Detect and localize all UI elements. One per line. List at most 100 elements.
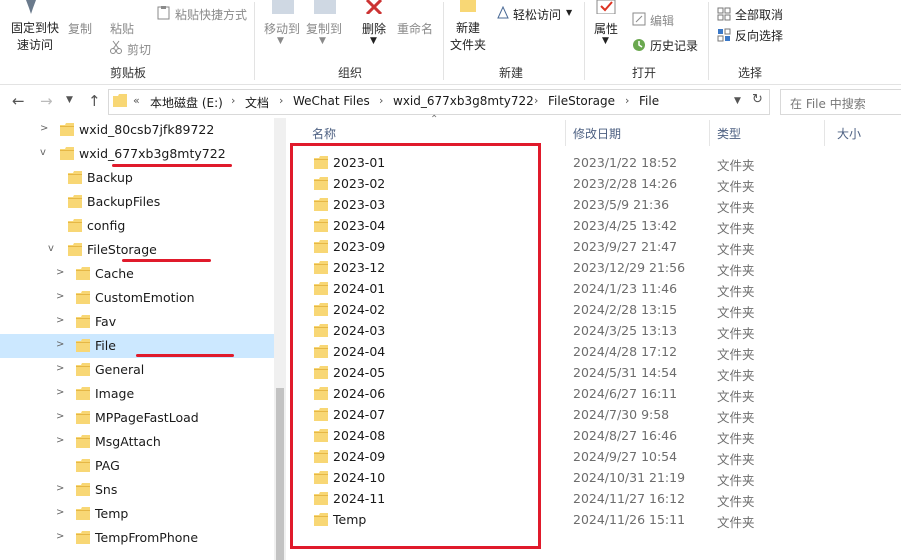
copy-button[interactable]: 复制 bbox=[68, 20, 92, 37]
tree-item-label: Fav bbox=[95, 314, 117, 329]
folder-icon bbox=[76, 435, 90, 448]
breadcrumb-file[interactable]: File bbox=[639, 94, 659, 108]
properties-dropdown-icon[interactable]: ▼ bbox=[602, 36, 609, 46]
chevron-right-icon[interactable]: > bbox=[56, 363, 64, 374]
chevron-right-icon[interactable]: > bbox=[56, 339, 64, 350]
tree-item[interactable]: > TempFromPhone bbox=[0, 526, 274, 550]
paste-shortcut-button[interactable]: 粘贴快捷方式 bbox=[175, 6, 247, 23]
file-type: 文件夹 bbox=[717, 284, 755, 299]
tree-item[interactable]: > MPPageFastLoad bbox=[0, 406, 274, 430]
move-to-dropdown-icon[interactable]: ▼ bbox=[277, 36, 284, 46]
breadcrumb-separator[interactable]: › bbox=[279, 94, 283, 107]
breadcrumb-filestorage[interactable]: FileStorage bbox=[548, 94, 615, 108]
chevron-right-icon[interactable]: > bbox=[56, 315, 64, 326]
tree-item[interactable]: BackupFiles bbox=[0, 190, 274, 214]
folder-icon bbox=[76, 483, 90, 496]
chevron-right-icon[interactable]: > bbox=[56, 387, 64, 398]
tree-item[interactable]: > Temp bbox=[0, 502, 274, 526]
paste-button[interactable]: 粘贴 bbox=[110, 20, 134, 37]
cut-button[interactable]: 剪切 bbox=[127, 41, 151, 58]
paste-shortcut-icon bbox=[157, 6, 170, 20]
column-divider[interactable] bbox=[709, 120, 710, 146]
history-button[interactable]: 历史记录 bbox=[650, 37, 698, 54]
breadcrumb-wxid[interactable]: wxid_677xb3g8mty722 bbox=[393, 94, 534, 108]
copy-to-button[interactable]: 复制到 bbox=[306, 20, 342, 37]
breadcrumb-separator[interactable]: › bbox=[534, 94, 538, 107]
column-header-modified[interactable]: 修改日期 bbox=[573, 125, 621, 142]
tree-item[interactable]: PAG bbox=[0, 454, 274, 478]
tree-item[interactable]: > Fav bbox=[0, 310, 274, 334]
file-modified: 2023/2/28 14:26 bbox=[573, 176, 678, 191]
column-header-name[interactable]: 名称 bbox=[312, 125, 336, 142]
delete-button[interactable]: 删除 bbox=[362, 20, 386, 37]
tree-item-label: File bbox=[95, 338, 116, 353]
file-type: 文件夹 bbox=[717, 242, 755, 257]
folder-icon bbox=[76, 363, 90, 376]
chevron-right-icon[interactable]: > bbox=[56, 267, 64, 278]
tree-item-label: BackupFiles bbox=[87, 194, 161, 209]
up-arrow-icon[interactable]: ↑ bbox=[88, 92, 101, 110]
refresh-icon[interactable]: ↻ bbox=[752, 92, 763, 107]
chevron-right-icon[interactable]: > bbox=[56, 411, 64, 422]
breadcrumb-drive[interactable]: 本地磁盘 (E:) bbox=[150, 94, 223, 111]
chevron-right-icon[interactable]: > bbox=[56, 507, 64, 518]
tree-item-label: config bbox=[87, 218, 126, 233]
chevron-right-icon[interactable]: > bbox=[56, 531, 64, 542]
back-arrow-icon[interactable]: ← bbox=[12, 92, 25, 110]
move-to-button[interactable]: 移动到 bbox=[264, 20, 300, 37]
search-input[interactable]: 在 File 中搜索 bbox=[780, 89, 901, 115]
address-dropdown-icon[interactable]: ▼ bbox=[734, 96, 741, 106]
breadcrumb-separator[interactable]: › bbox=[625, 94, 629, 107]
tree-item[interactable]: Backup bbox=[0, 166, 274, 190]
pin-quick-access-button[interactable]: 固定到快 速访问 bbox=[8, 20, 62, 54]
invert-selection-button[interactable]: 反向选择 bbox=[735, 27, 783, 44]
forward-arrow-icon[interactable]: → bbox=[40, 92, 53, 110]
select-none-icon bbox=[717, 7, 731, 21]
breadcrumb-overflow[interactable]: « bbox=[133, 94, 140, 107]
new-folder-button[interactable]: 新建 文件夹 bbox=[448, 20, 488, 54]
copy-to-dropdown-icon[interactable]: ▼ bbox=[319, 36, 326, 46]
navigation-pane[interactable]: > wxid_80csb7jfk89722 v wxid_677xb3g8mty722… bbox=[0, 118, 286, 560]
breadcrumb-separator[interactable]: › bbox=[231, 94, 235, 107]
group-label-new: 新建 bbox=[499, 66, 524, 80]
tree-item[interactable]: > Image bbox=[0, 382, 274, 406]
tree-item[interactable]: > CustomEmotion bbox=[0, 286, 274, 310]
delete-dropdown-icon[interactable]: ▼ bbox=[370, 36, 377, 46]
recent-dropdown-icon[interactable]: ▼ bbox=[66, 95, 73, 105]
chevron-right-icon[interactable]: > bbox=[56, 483, 64, 494]
tree-item-label: Image bbox=[95, 386, 135, 401]
column-divider[interactable] bbox=[565, 120, 566, 146]
rename-button[interactable]: 重命名 bbox=[397, 20, 433, 37]
chevron-right-icon[interactable]: > bbox=[56, 435, 64, 446]
file-type: 文件夹 bbox=[717, 347, 755, 362]
folder-icon bbox=[76, 267, 90, 280]
tree-item[interactable]: > Cache bbox=[0, 262, 274, 286]
nav-scrollbar-thumb[interactable] bbox=[276, 388, 284, 560]
tree-item[interactable]: v wxid_677xb3g8mty722 bbox=[0, 142, 274, 166]
tree-item[interactable]: > wxid_80csb7jfk89722 bbox=[0, 118, 274, 142]
properties-button[interactable]: 属性 bbox=[594, 20, 618, 37]
chevron-right-icon[interactable]: > bbox=[56, 291, 64, 302]
file-type: 文件夹 bbox=[717, 200, 755, 215]
breadcrumb-wechat-files[interactable]: WeChat Files bbox=[293, 94, 370, 108]
tree-item-label: Sns bbox=[95, 482, 118, 497]
edit-button[interactable]: 编辑 bbox=[650, 12, 674, 29]
chevron-right-icon[interactable]: > bbox=[40, 123, 48, 134]
address-bar[interactable]: « 本地磁盘 (E:) › 文档 › WeChat Files › wxid_6… bbox=[108, 89, 770, 115]
chevron-down-icon[interactable]: v bbox=[48, 243, 54, 254]
breadcrumb-documents[interactable]: 文档 bbox=[245, 94, 269, 111]
column-header-size[interactable]: 大小 bbox=[837, 125, 861, 142]
breadcrumb-separator[interactable]: › bbox=[379, 94, 383, 107]
column-divider[interactable] bbox=[824, 120, 825, 146]
tree-item[interactable]: > MsgAttach bbox=[0, 430, 274, 454]
tree-item-label: TempFromPhone bbox=[95, 530, 199, 545]
tree-item[interactable]: > General bbox=[0, 358, 274, 382]
column-header-type[interactable]: 类型 bbox=[717, 125, 741, 142]
easy-access-button[interactable]: 轻松访问 bbox=[513, 6, 561, 23]
chevron-down-icon[interactable]: v bbox=[40, 147, 46, 158]
select-none-button[interactable]: 全部取消 bbox=[735, 6, 783, 23]
tree-item[interactable]: config bbox=[0, 214, 274, 238]
file-modified: 2024/6/27 16:11 bbox=[573, 386, 678, 401]
tree-item[interactable]: > Sns bbox=[0, 478, 274, 502]
easy-access-dropdown-icon[interactable]: ▼ bbox=[566, 8, 572, 17]
